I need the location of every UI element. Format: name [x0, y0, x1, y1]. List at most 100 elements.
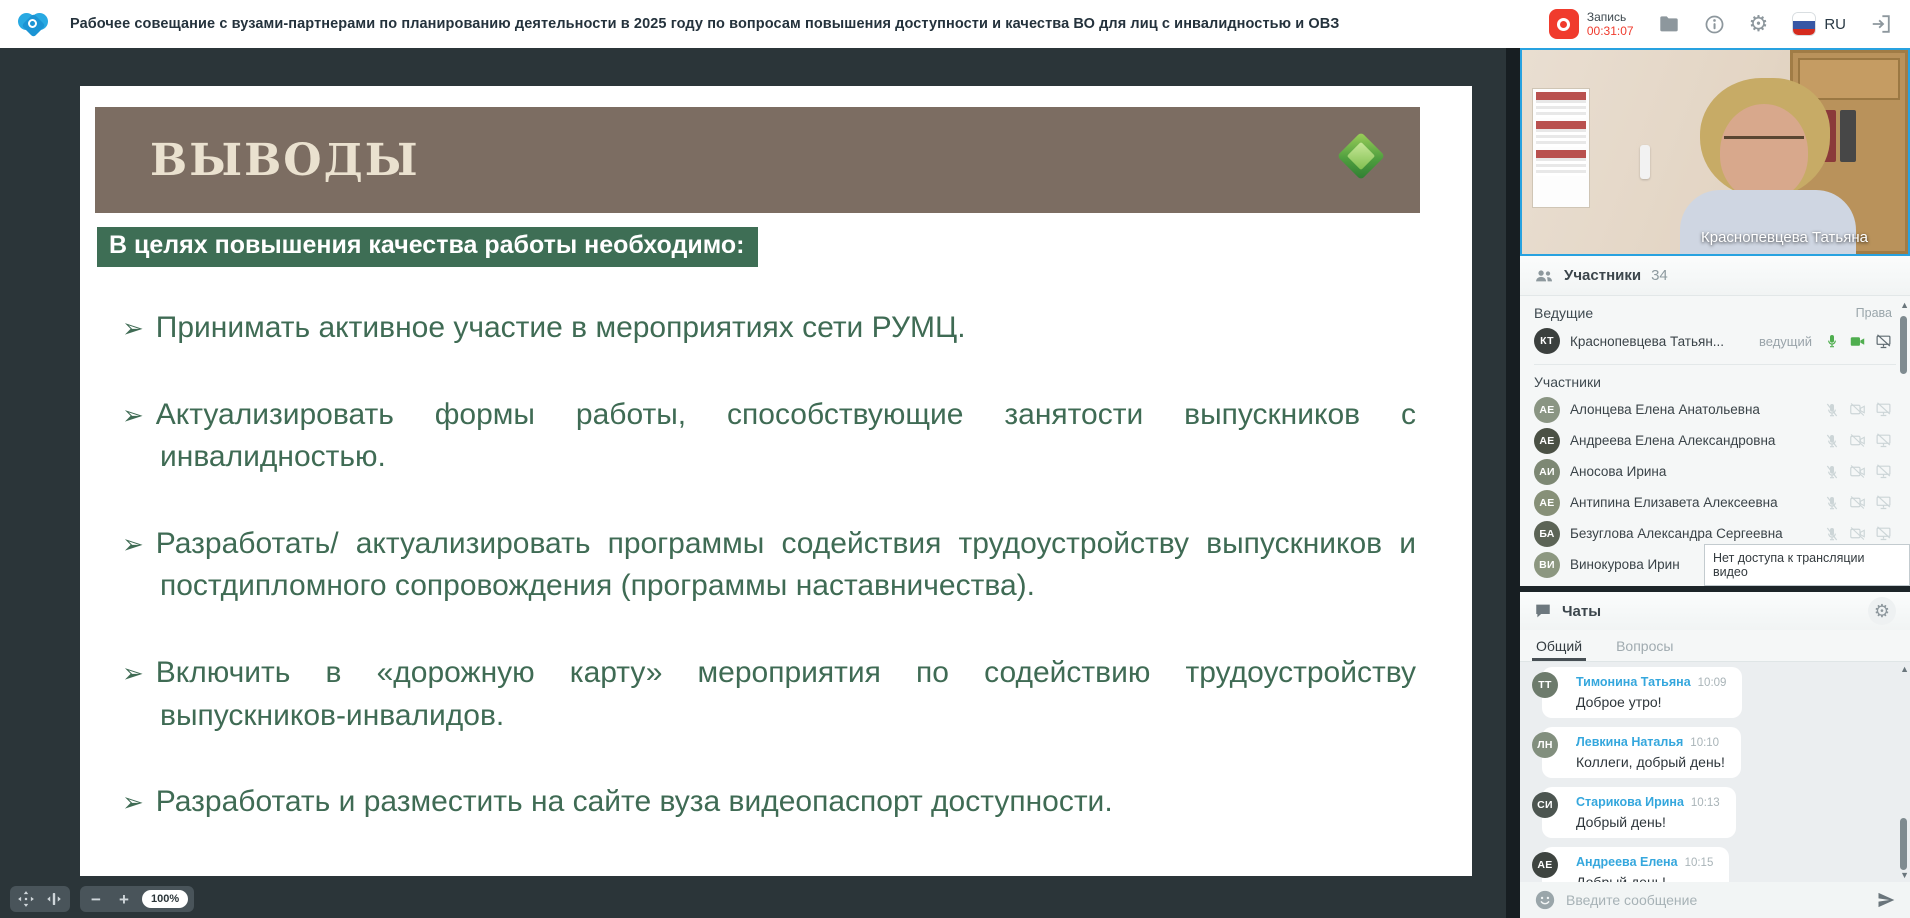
avatar: ЛН — [1532, 732, 1558, 758]
tab-general[interactable]: Общий — [1536, 630, 1582, 661]
recording-timer: 00:31:07 — [1587, 24, 1634, 38]
bullet-text: Разработать/ актуализировать программы с… — [156, 527, 1416, 603]
bullet-text: Включить в «дорожную карту» мероприятия … — [156, 656, 1416, 732]
sidebar: Краснопевцева Татьяна Участники 34 Ведущ… — [1520, 48, 1910, 918]
camera-off-icon[interactable] — [1849, 463, 1866, 480]
slide-heading: В целях повышения качества работы необхо… — [97, 227, 758, 267]
avatar: ТТ — [1532, 672, 1558, 698]
camera-off-icon[interactable] — [1849, 525, 1866, 542]
send-message-icon[interactable] — [1876, 890, 1896, 910]
chat-message[interactable]: ЛН Левкина Наталья10:10 Коллеги, добрый … — [1530, 727, 1900, 778]
chat-bubble-icon — [1534, 602, 1552, 620]
message-text: Добрый день! — [1576, 814, 1720, 830]
participants-count: 34 — [1651, 267, 1668, 284]
chat-message[interactable]: ТТ Тимонина Татьяна10:09 Доброе утро! — [1530, 667, 1900, 718]
chat-tabs: Общий Вопросы — [1520, 630, 1910, 662]
scroll-up-icon[interactable]: ▲ — [1900, 300, 1909, 310]
participant-row[interactable]: АЕ Андреева Елена Александровна — [1520, 425, 1910, 456]
host-row[interactable]: КТ Краснопевцева Татьян... ведущий — [1520, 325, 1910, 357]
bullet-text: Разработать и разместить на сайте вуза в… — [156, 785, 1113, 818]
zoom-in-button[interactable]: + — [114, 888, 134, 910]
record-icon[interactable] — [1549, 9, 1579, 39]
chat-scrollbar: ▲ ▼ — [1897, 664, 1909, 878]
screen-share-off-icon[interactable] — [1875, 401, 1892, 418]
mic-off-icon[interactable] — [1824, 464, 1840, 480]
participants-scrollbar: ▲ ▼ — [1897, 300, 1909, 584]
no-video-access-tooltip: Нет доступа к трансляции видео — [1704, 544, 1910, 586]
bullet-arrow-icon: ➢ — [122, 313, 144, 343]
speaker-video-tile[interactable]: Краснопевцева Татьяна — [1520, 48, 1910, 256]
chat-input-bar — [1520, 882, 1910, 918]
scrollbar-thumb[interactable] — [1900, 316, 1907, 374]
slide-bullet-list: ➢ Принимать активное участие в мероприяти… — [122, 307, 1416, 824]
scroll-down-icon[interactable]: ▼ — [1900, 870, 1909, 880]
slide-bullet: ➢ Разработать/ актуализировать программы … — [122, 523, 1416, 608]
mic-off-icon[interactable] — [1824, 526, 1840, 542]
mic-off-icon[interactable] — [1824, 402, 1840, 418]
fit-width-icon[interactable] — [44, 888, 64, 910]
settings-gear-icon[interactable]: ⚙ — [1749, 13, 1769, 35]
avatar: КТ — [1534, 328, 1560, 354]
message-input[interactable] — [1566, 892, 1866, 908]
message-author: Андреева Елена — [1576, 855, 1678, 869]
screen-share-off-icon[interactable] — [1875, 432, 1892, 449]
recording-label: Запись — [1587, 10, 1634, 24]
meeting-title: Рабочее совещание с вузами-партнерами по… — [70, 16, 1339, 32]
zoom-out-button[interactable]: − — [86, 888, 106, 910]
chat-message[interactable]: АЕ Андреева Елена10:15 Добрый день! — [1530, 847, 1900, 882]
presentation-stage: ВЫВОДЫ В целях повышения качества работы… — [0, 48, 1520, 918]
screen-share-off-icon[interactable] — [1875, 463, 1892, 480]
rights-column-label: Права — [1856, 306, 1892, 320]
leave-meeting-icon[interactable] — [1870, 13, 1892, 35]
chat-settings-button[interactable]: ⚙ — [1868, 597, 1896, 625]
slide-bullet: ➢Разработать и разместить на сайте вуза … — [122, 781, 1416, 824]
mic-off-icon[interactable] — [1824, 433, 1840, 449]
tab-questions[interactable]: Вопросы — [1616, 630, 1673, 661]
zoom-level-badge[interactable]: 100% — [142, 890, 188, 908]
language-code: RU — [1824, 16, 1846, 33]
screen-share-off-icon[interactable] — [1875, 525, 1892, 542]
message-time: 10:09 — [1698, 677, 1727, 689]
chat-title: Чаты — [1562, 603, 1601, 620]
files-folder-icon[interactable] — [1658, 13, 1680, 35]
divider — [1534, 364, 1896, 365]
language-switcher[interactable]: RU — [1792, 12, 1846, 36]
presentation-slide: ВЫВОДЫ В целях повышения качества работы… — [80, 86, 1472, 876]
camera-off-icon[interactable] — [1849, 401, 1866, 418]
participants-panel: Участники 34 Ведущие Права КТ Краснопевц… — [1520, 256, 1910, 586]
participant-name: Андреева Елена Александровна — [1570, 433, 1814, 448]
participant-name: Безуглова Александра Сергеевна — [1570, 526, 1814, 541]
scroll-up-icon[interactable]: ▲ — [1900, 664, 1909, 674]
message-text: Доброе утро! — [1576, 694, 1726, 710]
info-icon[interactable] — [1704, 14, 1725, 35]
avatar: АИ — [1534, 459, 1560, 485]
message-author: Левкина Наталья — [1576, 735, 1683, 749]
mic-on-icon[interactable] — [1824, 333, 1840, 349]
camera-off-icon[interactable] — [1849, 494, 1866, 511]
avatar: СИ — [1532, 792, 1558, 818]
scrollbar-thumb[interactable] — [1900, 818, 1907, 870]
mic-off-icon[interactable] — [1824, 495, 1840, 511]
participant-row[interactable]: АЕ Антипина Елизавета Алексеевна — [1520, 487, 1910, 518]
slide-bullet: ➢ Принимать активное участие в мероприяти… — [122, 307, 1416, 350]
stage-zoom-controls: − + 100% — [10, 886, 194, 912]
chat-message[interactable]: СИ Старикова Ирина10:13 Добрый день! — [1530, 787, 1900, 838]
message-text: Коллеги, добрый день! — [1576, 754, 1725, 770]
screen-share-off-icon[interactable] — [1875, 333, 1892, 350]
bullet-text: Принимать активное участие в мероприятия… — [156, 311, 966, 344]
screen-share-off-icon[interactable] — [1875, 494, 1892, 511]
camera-on-icon[interactable] — [1849, 333, 1866, 350]
avatar: АЕ — [1534, 490, 1560, 516]
participants-header[interactable]: Участники 34 — [1520, 256, 1910, 296]
gear-icon: ⚙ — [1874, 602, 1890, 620]
pan-tool-icon[interactable] — [16, 888, 36, 910]
bullet-arrow-icon: ➢ — [122, 529, 144, 559]
participant-row[interactable]: АИ Аносова Ирина — [1520, 456, 1910, 487]
emoji-smiley-icon[interactable] — [1534, 889, 1556, 911]
camera-off-icon[interactable] — [1849, 432, 1866, 449]
participant-name: Антипина Елизавета Алексеевна — [1570, 495, 1814, 510]
top-bar: Рабочее совещание с вузами-партнерами по… — [0, 0, 1910, 48]
chat-header[interactable]: Чаты ⚙ — [1520, 592, 1910, 630]
recording-indicator[interactable]: Запись 00:31:07 — [1549, 9, 1634, 39]
participant-row[interactable]: АЕ Алонцева Елена Анатольевна — [1520, 394, 1910, 425]
